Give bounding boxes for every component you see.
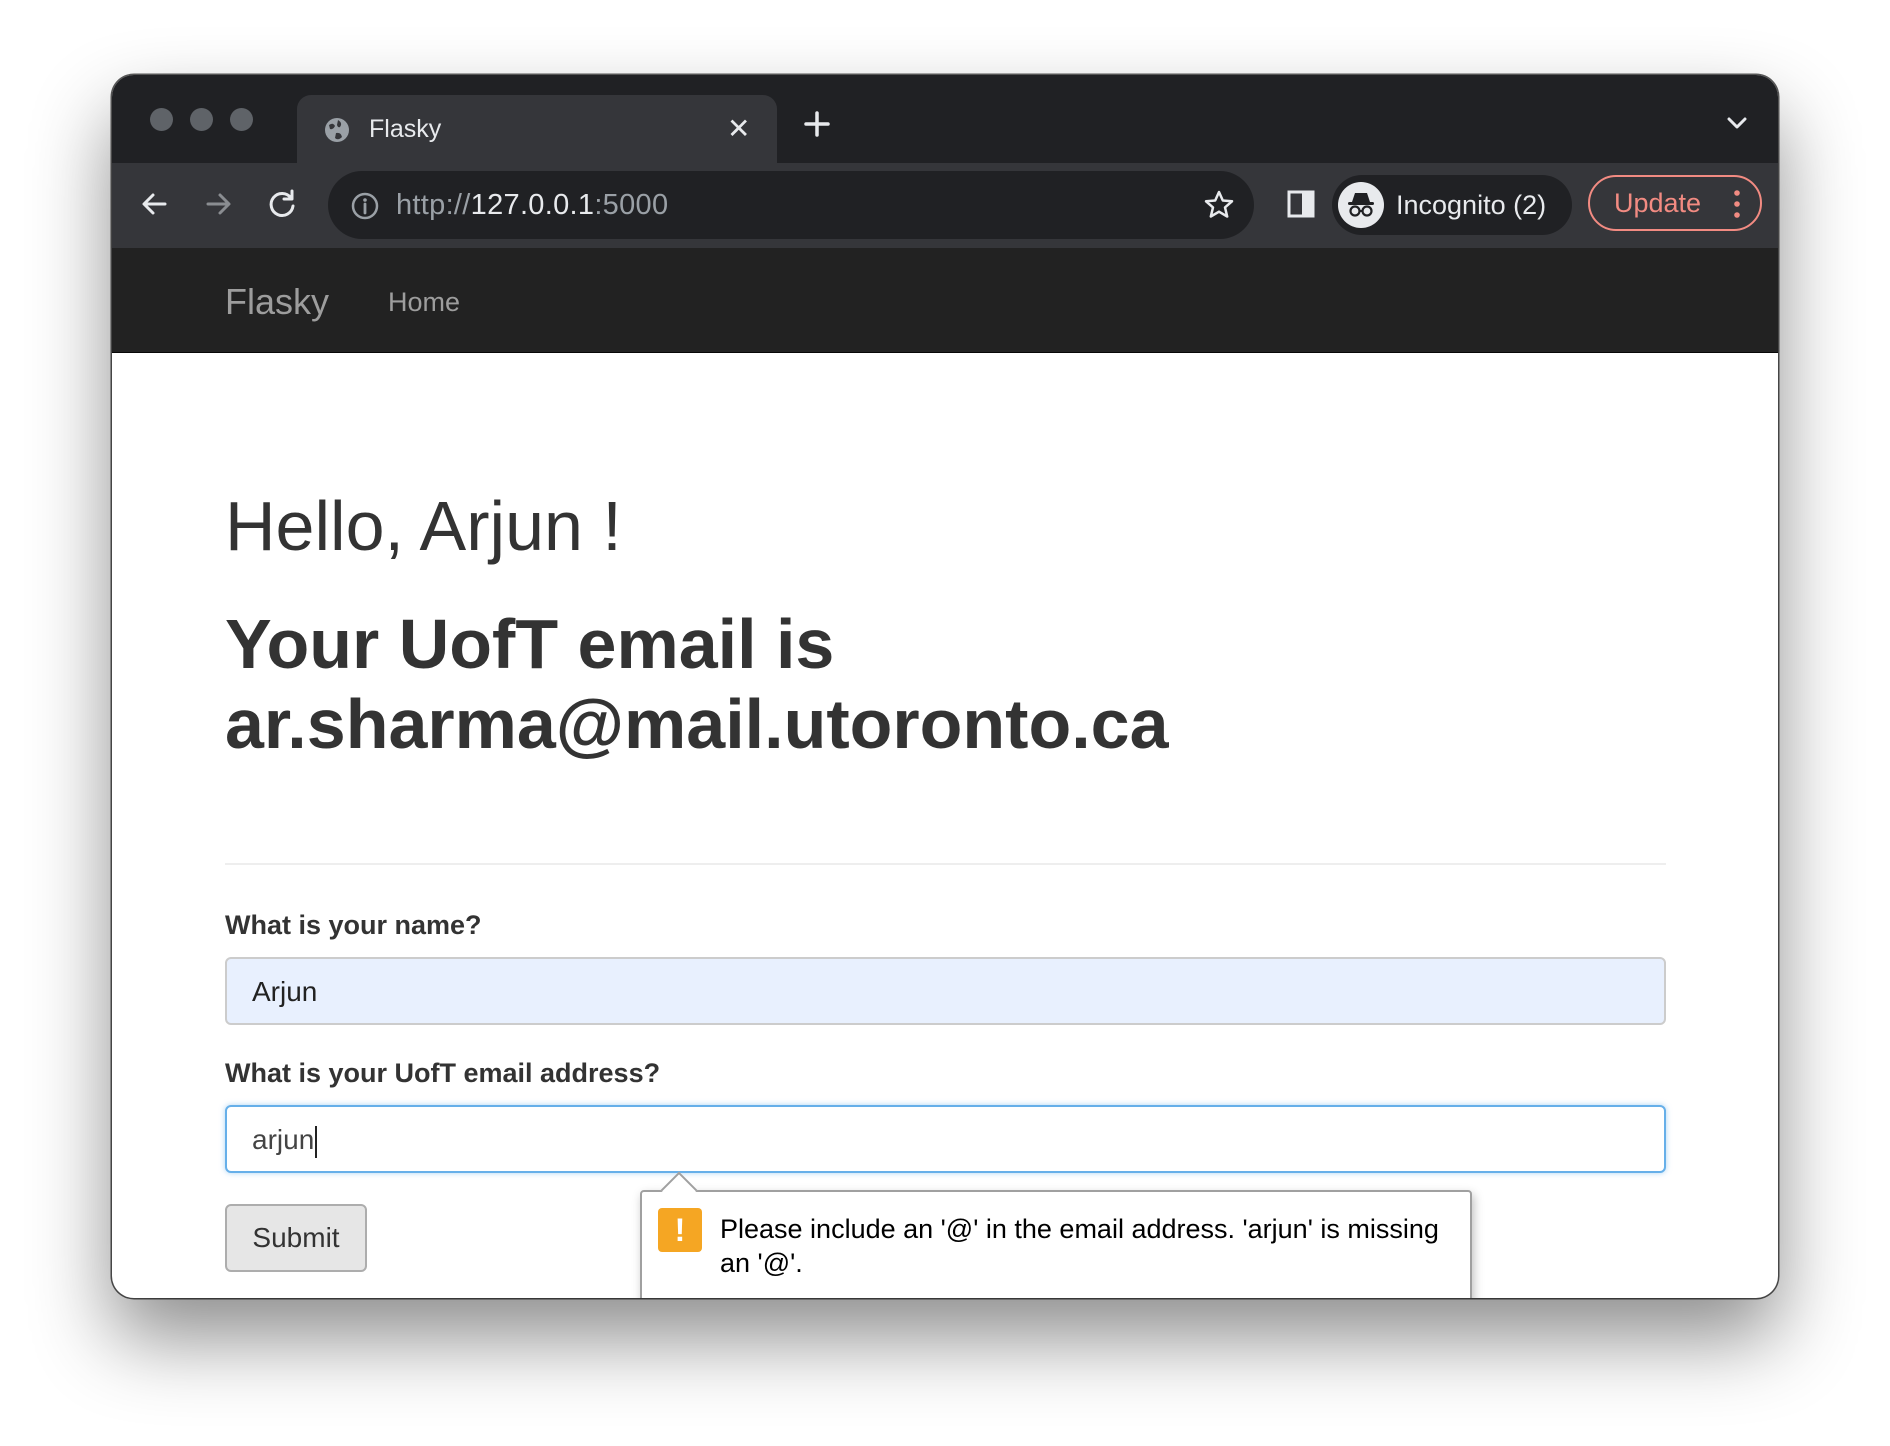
info-icon[interactable] bbox=[350, 191, 380, 221]
reload-icon[interactable] bbox=[262, 184, 302, 224]
close-window-button[interactable] bbox=[150, 108, 173, 131]
tab-flasky[interactable]: Flasky ✕ bbox=[297, 95, 777, 163]
greeting-heading: Hello, Arjun ! bbox=[225, 487, 622, 565]
submit-button[interactable]: Submit bbox=[225, 1204, 367, 1272]
name-input[interactable]: Arjun bbox=[225, 957, 1666, 1025]
tooltip-arrow bbox=[660, 1171, 698, 1209]
email-label: What is your UofT email address? bbox=[225, 1058, 661, 1088]
url-text: http://127.0.0.1:5000 bbox=[396, 189, 669, 221]
update-button[interactable]: Update bbox=[1588, 175, 1762, 231]
incognito-label: Incognito (2) bbox=[1396, 190, 1547, 220]
update-label: Update bbox=[1614, 188, 1702, 218]
more-vert-icon bbox=[1734, 190, 1740, 218]
tab-title: Flasky bbox=[369, 115, 442, 143]
chevron-down-icon[interactable] bbox=[1726, 115, 1748, 131]
text-caret bbox=[315, 1125, 318, 1158]
maximize-window-button[interactable] bbox=[230, 108, 253, 131]
address-bar[interactable]: http://127.0.0.1:5000 bbox=[328, 171, 1254, 239]
forward-arrow-icon[interactable] bbox=[198, 184, 238, 224]
nav-link-home[interactable]: Home bbox=[388, 285, 460, 319]
email-heading: Your UofT email is ar.sharma@mail.utoron… bbox=[225, 604, 1169, 764]
validation-tooltip: ! Please include an '@' in the email add… bbox=[640, 1171, 1472, 1298]
browser-toolbar: http://127.0.0.1:5000 Incognito (2) Upda… bbox=[112, 163, 1778, 248]
warning-icon: ! bbox=[658, 1208, 702, 1252]
back-arrow-icon[interactable] bbox=[135, 184, 175, 224]
email-heading-line-1: Your UofT email is bbox=[225, 605, 835, 683]
email-input-value: arjun bbox=[252, 1124, 315, 1155]
star-icon[interactable] bbox=[1202, 188, 1236, 222]
divider bbox=[225, 863, 1666, 865]
browser-window: Flasky ✕ http://127.0.0.1:5000 Incognito… bbox=[112, 75, 1778, 1298]
close-icon[interactable]: ✕ bbox=[727, 113, 750, 145]
incognito-icon bbox=[1338, 182, 1384, 228]
validation-message: Please include an '@' in the email addre… bbox=[720, 1214, 1439, 1278]
plus-icon[interactable] bbox=[802, 109, 832, 139]
tab-bar: Flasky ✕ bbox=[112, 75, 1778, 163]
name-label: What is your name? bbox=[225, 910, 482, 940]
email-heading-line-2: ar.sharma@mail.utoronto.ca bbox=[225, 685, 1169, 763]
minimize-window-button[interactable] bbox=[190, 108, 213, 131]
name-input-value: Arjun bbox=[252, 976, 318, 1007]
incognito-profile-button[interactable]: Incognito (2) bbox=[1332, 175, 1572, 235]
email-input[interactable]: arjun bbox=[225, 1105, 1666, 1173]
side-panel-icon[interactable] bbox=[1285, 188, 1317, 220]
site-navbar: Flasky Home bbox=[112, 248, 1778, 353]
navbar-brand[interactable]: Flasky bbox=[225, 281, 329, 323]
globe-icon bbox=[325, 118, 349, 142]
